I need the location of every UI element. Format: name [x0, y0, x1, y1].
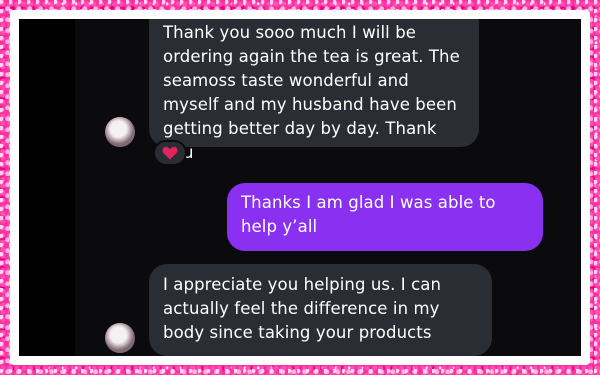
message-bubble-outgoing-2[interactable]: Thanks I am glad I was able to help y’al… — [227, 183, 543, 251]
heart-icon — [162, 146, 178, 160]
contact-avatar-1[interactable] — [105, 117, 135, 147]
message-text-3: I appreciate you helping us. I can actua… — [163, 275, 442, 342]
heart-reaction-badge[interactable] — [153, 140, 187, 166]
message-bubble-incoming-1[interactable]: Thank you sooo much I will be ordering a… — [149, 19, 479, 162]
message-bubble-incoming-3[interactable]: I appreciate you helping us. I can actua… — [149, 264, 492, 356]
glitter-frame: Thank you sooo much I will be ordering a… — [0, 0, 600, 375]
message-text-2: Thanks I am glad I was able to help y’al… — [241, 193, 496, 236]
chat-screen: Thank you sooo much I will be ordering a… — [19, 19, 581, 356]
contact-avatar-3[interactable] — [105, 323, 135, 353]
chat-panel: Thank you sooo much I will be ordering a… — [75, 19, 581, 356]
message-text-1: Thank you sooo much I will be ordering a… — [163, 23, 460, 162]
